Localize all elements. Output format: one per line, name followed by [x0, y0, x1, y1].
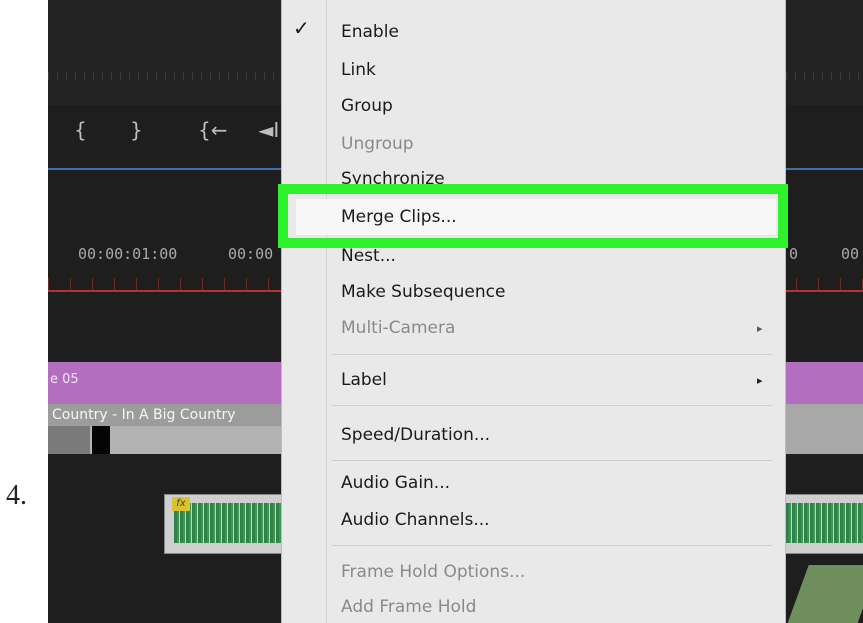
menu-item-group[interactable]: Group [341, 91, 393, 121]
menu-item-ungroup: Ungroup [341, 134, 414, 154]
menu-item-audio-channels[interactable]: Audio Channels... [341, 505, 490, 535]
green-clip-shape [783, 565, 863, 623]
menu-separator [332, 405, 772, 406]
clip-gap [92, 426, 110, 454]
mark-in-icon[interactable]: { [74, 118, 87, 142]
premiere-timeline-screenshot: { } {← ◄I 00:00:01:00 00:00 0 00 e 05 Co… [48, 0, 863, 623]
menu-item-link[interactable]: Link [341, 55, 376, 85]
go-to-in-icon[interactable]: {← [198, 118, 227, 142]
timecode-label: 0 [789, 245, 799, 263]
menu-item-make-subsequence[interactable]: Make Subsequence [341, 277, 505, 307]
menu-separator [332, 354, 772, 355]
menu-item-multi-camera: Multi-Camera [341, 318, 456, 338]
fx-badge-icon: fx [172, 497, 190, 511]
menu-separator [332, 545, 772, 546]
menu-item-speed-duration[interactable]: Speed/Duration... [341, 420, 490, 450]
audio-waveform [174, 503, 282, 543]
clip-body-right[interactable] [783, 404, 863, 454]
checkmark-icon: ✓ [293, 16, 310, 40]
menu-check-gutter [282, 0, 327, 623]
timecode-label: 00:00 [228, 245, 274, 263]
menu-item-label[interactable]: Label [341, 365, 387, 395]
menu-separator [332, 460, 772, 461]
video-clip-label: e 05 [50, 372, 79, 387]
step-number: 4. [6, 480, 27, 511]
highlight-box [278, 184, 788, 248]
mark-out-icon[interactable]: } [130, 118, 143, 142]
menu-item-audio-gain[interactable]: Audio Gain... [341, 468, 450, 498]
clip-name: Country - In A Big Country [52, 407, 236, 423]
menu-item-enable[interactable]: Enable [341, 17, 399, 47]
timecode-label: 00:00:01:00 [78, 245, 178, 263]
menu-item-add-frame-hold: Add Frame Hold [341, 597, 477, 617]
timecode-label: 00 [841, 245, 860, 263]
step-back-icon[interactable]: ◄I [258, 118, 279, 142]
submenu-arrow-icon: ▸ [757, 322, 763, 335]
submenu-arrow-icon: ▸ [757, 374, 763, 387]
audio-waveform [786, 503, 863, 543]
menu-item-frame-hold-options: Frame Hold Options... [341, 562, 526, 582]
clip-thumbnail [48, 426, 90, 454]
context-menu: ✓ Enable Link Group Ungroup Synchronize … [278, 0, 788, 623]
